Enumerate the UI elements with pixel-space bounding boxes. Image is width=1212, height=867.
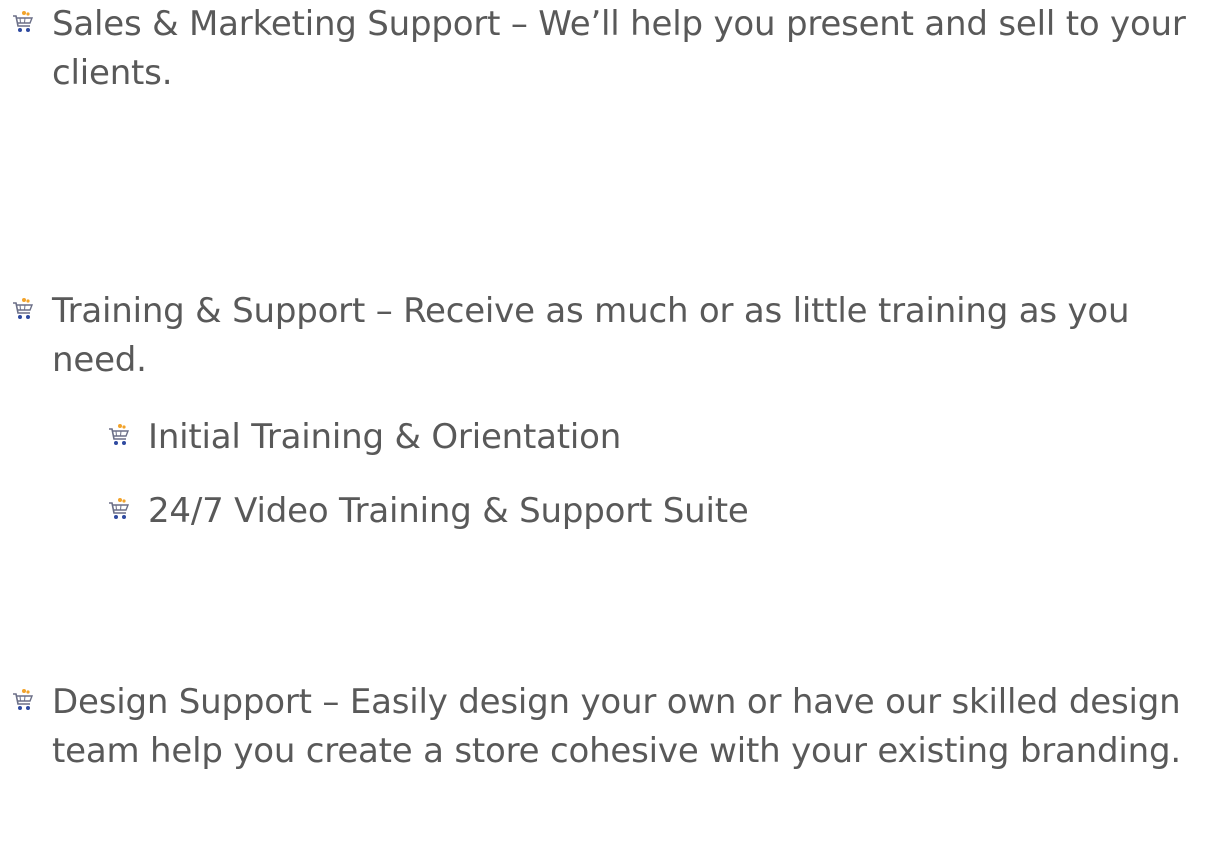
bullet-text: Design Support – Easily design your own …: [52, 682, 1181, 771]
bullet-text: Training & Support – Receive as much or …: [52, 291, 1130, 380]
bullet-text: Sales & Marketing Support – We’ll help y…: [52, 4, 1186, 93]
bullet-sales-marketing-support: Sales & Marketing Support – We’ll help y…: [12, 0, 1212, 98]
shopping-cart-icon: [13, 689, 34, 710]
shopping-cart-icon: [109, 424, 130, 445]
bullet-training-support: Training & Support – Receive as much or …: [12, 287, 1212, 385]
shopping-cart-icon: [109, 498, 130, 519]
bullet-design-support: Design Support – Easily design your own …: [12, 678, 1212, 776]
bullet-text: 24/7 Video Training & Support Suite: [148, 491, 749, 531]
shopping-cart-icon: [13, 298, 34, 319]
sub-bullet-initial-training: Initial Training & Orientation: [108, 413, 1212, 462]
bullet-text: Initial Training & Orientation: [148, 417, 622, 457]
sub-bullet-video-training: 24/7 Video Training & Support Suite: [108, 487, 1212, 536]
slide: Sales & Marketing Support – We’ll help y…: [0, 0, 1212, 867]
shopping-cart-icon: [13, 11, 34, 32]
